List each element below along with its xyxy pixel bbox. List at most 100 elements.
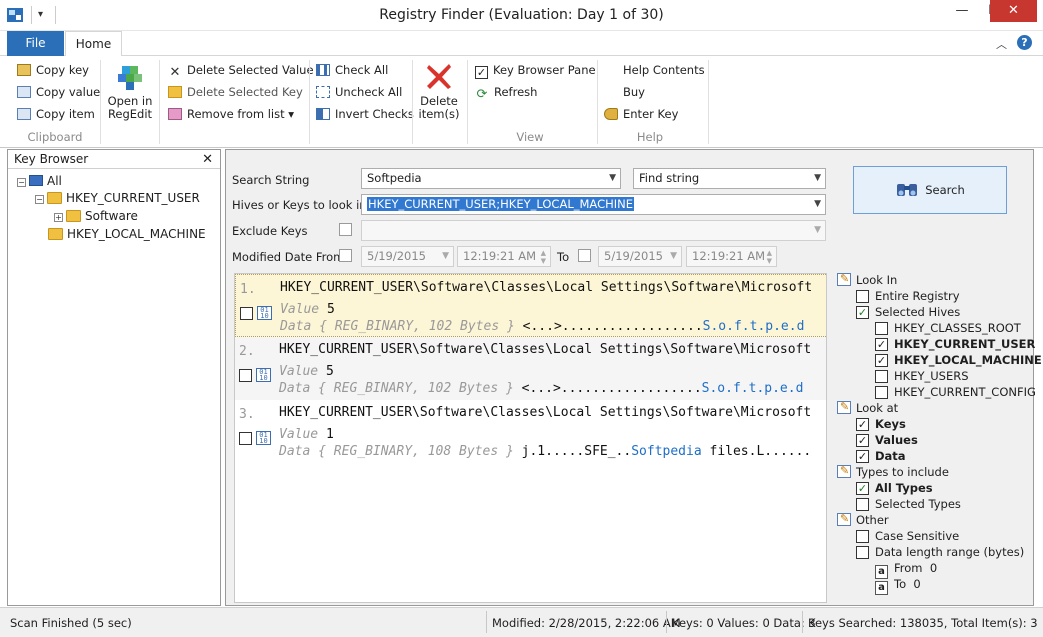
result-item[interactable]: 3. HKEY_CURRENT_USER\Software\Classes\Lo…: [235, 400, 826, 463]
tab-file[interactable]: File: [7, 31, 64, 56]
tree-node-all[interactable]: − All: [17, 173, 62, 189]
to-date-checkbox[interactable]: [578, 249, 591, 262]
hive-checkbox[interactable]: [875, 354, 888, 367]
copy-key-button[interactable]: Copy key: [17, 61, 89, 79]
key-browser-pane-checkbox[interactable]: [475, 66, 488, 79]
entire-registry-checkbox[interactable]: [856, 290, 869, 303]
hive-checkbox[interactable]: [875, 322, 888, 335]
selected-hives-checkbox[interactable]: [856, 306, 869, 319]
help-contents-label: Help Contents: [623, 63, 705, 77]
help-icon[interactable]: ?: [1017, 35, 1032, 50]
data-tail: files.L......: [701, 444, 812, 459]
other-header: Other: [837, 511, 889, 529]
dropdown-arrow-icon[interactable]: ▼: [609, 169, 616, 188]
collapse-ribbon-icon[interactable]: ︿: [996, 36, 1007, 52]
ribbon: Copy key Copy value Copy item Clipboard …: [0, 56, 1043, 148]
all-types-checkbox[interactable]: [856, 482, 869, 495]
close-pane-icon[interactable]: ✕: [202, 151, 213, 169]
keys-checkbox[interactable]: [856, 418, 869, 431]
copy-value-button[interactable]: Copy value: [17, 83, 100, 101]
binary-value-icon: 01 10: [257, 306, 272, 320]
result-number: 1.: [240, 282, 256, 297]
search-button[interactable]: Search: [853, 166, 1007, 214]
status-scan: Scan Finished (5 sec): [10, 616, 132, 630]
minimize-button[interactable]: —: [946, 0, 978, 22]
length-to-value: 0: [913, 577, 921, 591]
exclude-keys-checkbox[interactable]: [339, 223, 352, 236]
modified-date-checkbox[interactable]: [339, 249, 352, 262]
search-string-combo[interactable]: Softpedia ▼: [361, 168, 621, 189]
status-modified: Modified: 2/28/2015, 2:22:06 AM: [492, 616, 681, 630]
tab-home[interactable]: Home: [65, 31, 122, 57]
hive-checkbox[interactable]: [875, 370, 888, 383]
tree-node-hkcu[interactable]: − HKEY_CURRENT_USER: [35, 190, 200, 206]
from-date-picker: 5/19/2015 ▼: [361, 246, 454, 267]
values-checkbox[interactable]: [856, 434, 869, 447]
dropdown-arrow-icon[interactable]: ▼: [814, 169, 821, 188]
open-in-regedit-button[interactable]: Open in RegEdit: [104, 60, 156, 121]
find-mode-select[interactable]: Find string ▼: [633, 168, 826, 189]
data-label: Data: [279, 444, 311, 459]
check-all-button[interactable]: Check All: [316, 61, 388, 79]
tree-node-hklm[interactable]: HKEY_LOCAL_MACHINE: [48, 226, 206, 242]
remove-from-list-button[interactable]: Remove from list ▾: [168, 105, 294, 123]
data-type: { REG_BINARY, 108 Bytes }: [318, 444, 514, 459]
buy-label: Buy: [623, 85, 645, 99]
invert-checks-button[interactable]: Invert Checks: [316, 105, 414, 123]
copy-item-label: Copy item: [36, 107, 95, 121]
look-in-icon: [837, 271, 851, 286]
refresh-button[interactable]: ⟳ Refresh: [475, 83, 538, 101]
separator: [708, 60, 709, 144]
length-to-label: To: [894, 577, 907, 591]
dropdown-arrow-icon[interactable]: ▼: [814, 195, 821, 214]
delete-selected-value-button[interactable]: ✕ Delete Selected Value: [168, 61, 314, 79]
tree-software-label: Software: [85, 209, 138, 223]
enter-key-button[interactable]: Enter Key: [604, 105, 678, 123]
key-browser-title: Key Browser: [14, 152, 89, 166]
exclude-keys-label: Exclude Keys: [232, 224, 308, 238]
result-checkbox[interactable]: [239, 432, 252, 445]
types-to-include-label: Types to include: [856, 465, 949, 479]
expand-icon[interactable]: +: [54, 213, 63, 222]
title-bar: ▾ Registry Finder (Evaluation: Day 1 of …: [0, 0, 1043, 31]
uncheck-all-button[interactable]: Uncheck All: [316, 83, 402, 101]
types-icon: [837, 463, 851, 478]
result-checkbox[interactable]: [239, 369, 252, 382]
hives-label: Hives or Keys to look in: [232, 198, 367, 212]
data-checkbox[interactable]: [856, 450, 869, 463]
length-to-field[interactable]: a To 0: [875, 577, 921, 595]
delete-selected-key-button[interactable]: Delete Selected Key: [168, 83, 303, 101]
length-from-field[interactable]: a From 0: [875, 561, 938, 579]
delete-x-icon: ✕: [169, 65, 181, 80]
result-checkbox[interactable]: [240, 307, 253, 320]
tree-node-software[interactable]: + Software: [54, 208, 138, 224]
result-data-line: Data { REG_BINARY, 102 Bytes } <...>....…: [279, 381, 803, 396]
help-contents-button[interactable]: Help Contents: [604, 61, 705, 79]
buy-button[interactable]: Buy: [604, 83, 645, 101]
delete-selected-value-label: Delete Selected Value: [187, 63, 314, 77]
close-button[interactable]: ✕: [990, 0, 1037, 22]
data-length-checkbox[interactable]: [856, 546, 869, 559]
selected-hives-label: Selected Hives: [875, 305, 961, 319]
collapse-icon[interactable]: −: [17, 178, 26, 187]
result-item[interactable]: 2. HKEY_CURRENT_USER\Software\Classes\Lo…: [235, 337, 826, 400]
hive-checkbox[interactable]: [875, 386, 888, 399]
result-item[interactable]: 1. HKEY_CURRENT_USER\Software\Classes\Lo…: [235, 274, 826, 337]
length-from-value: 0: [929, 561, 938, 575]
values-label: Values: [875, 433, 918, 447]
selected-types-checkbox[interactable]: [856, 498, 869, 511]
keys-label: Keys: [875, 417, 906, 431]
key-icon: [604, 108, 618, 120]
copy-key-label: Copy key: [36, 63, 89, 77]
delete-items-button[interactable]: Delete item(s): [416, 60, 462, 121]
delete-red-x-icon: [423, 60, 455, 92]
separator: [467, 60, 468, 144]
hive-checkbox[interactable]: [875, 338, 888, 351]
copy-item-button[interactable]: Copy item: [17, 105, 95, 123]
search-string-label: Search String: [232, 173, 310, 187]
hive-label: HKEY_CURRENT_USER: [894, 337, 1036, 351]
hives-combo[interactable]: HKEY_CURRENT_USER;HKEY_LOCAL_MACHINE ▼: [361, 194, 826, 215]
case-sensitive-checkbox[interactable]: [856, 530, 869, 543]
collapse-icon[interactable]: −: [35, 195, 44, 204]
key-browser-pane-toggle[interactable]: Key Browser Pane: [475, 61, 596, 79]
